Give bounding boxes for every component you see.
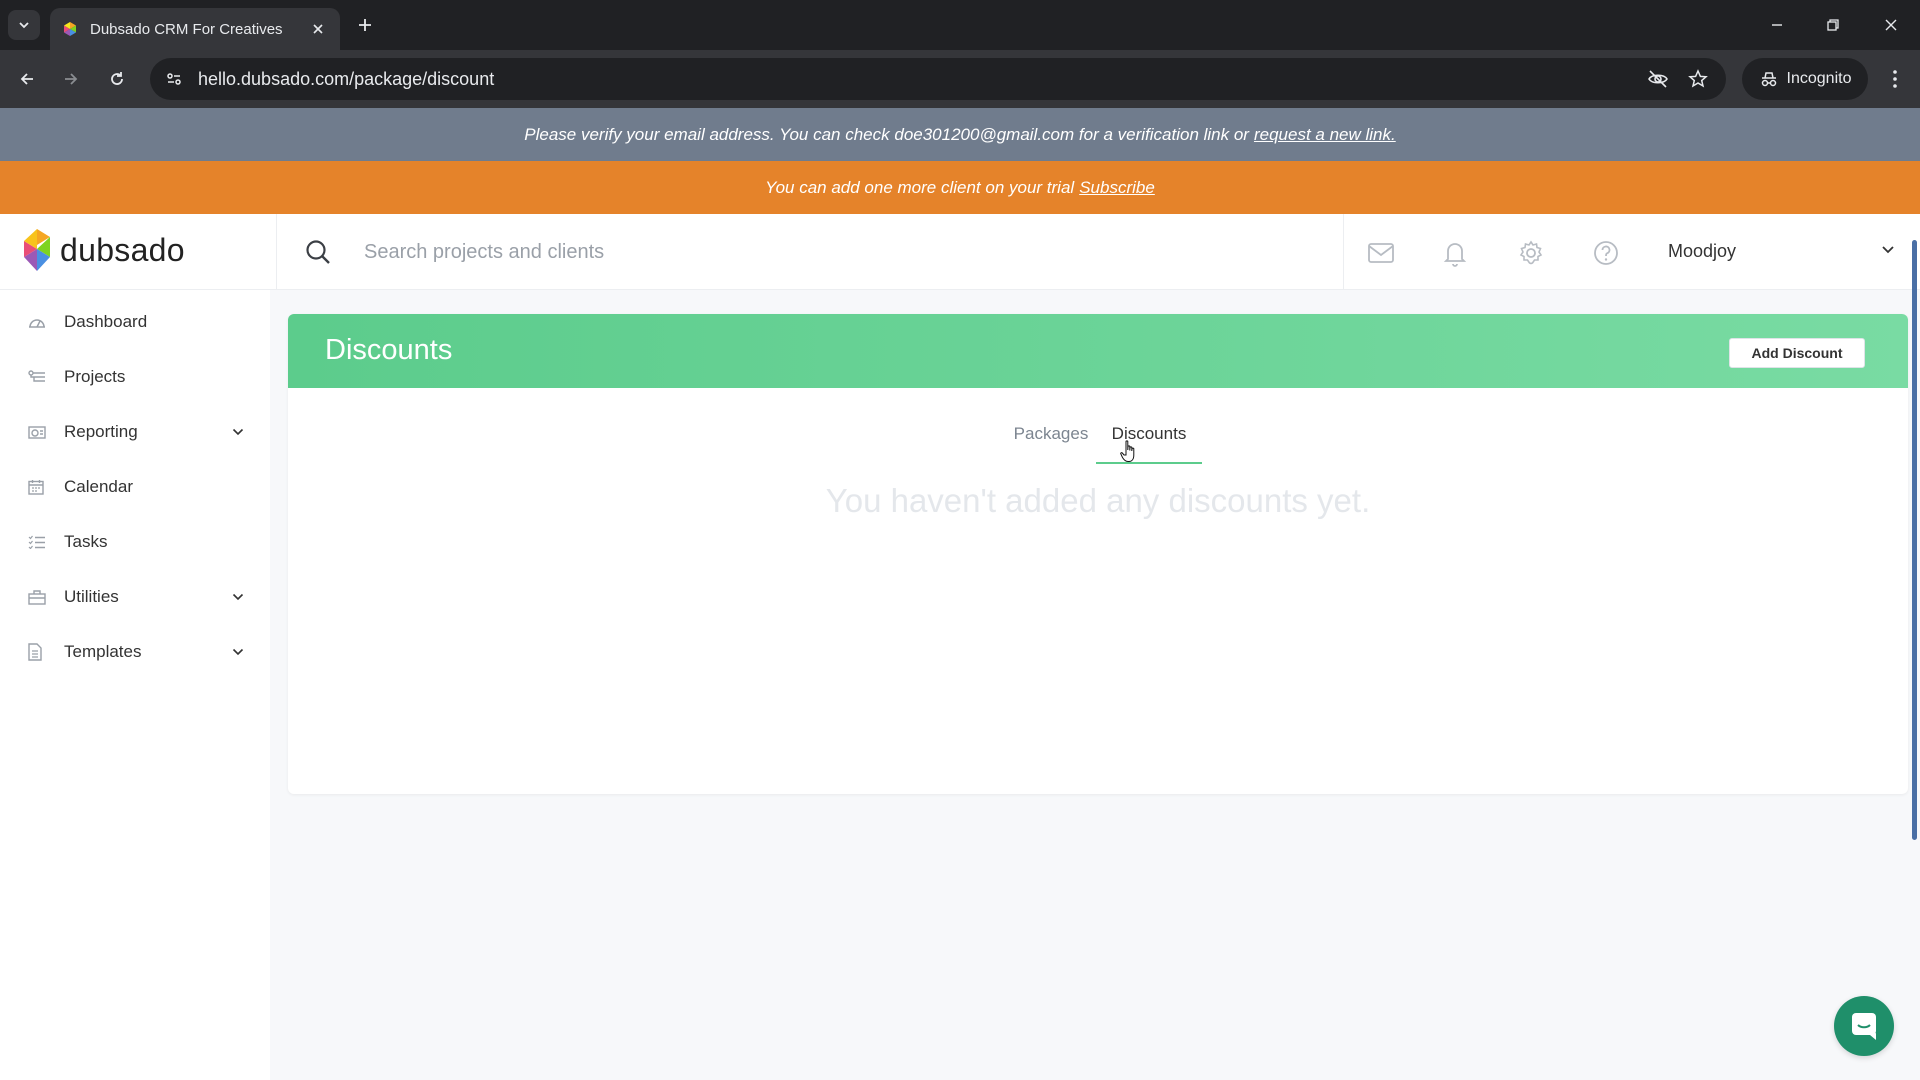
sidebar-item-label: Dashboard (64, 312, 148, 331)
back-icon[interactable] (12, 64, 42, 94)
sidebar-item-calendar[interactable]: Calendar (28, 467, 248, 507)
tab-title: Dubsado CRM For Creatives (90, 20, 283, 38)
address-bar[interactable]: hello.dubsado.com/package/discount (150, 58, 1726, 100)
browser-toolbar: hello.dubsado.com/package/discount Incog… (0, 50, 1920, 108)
dubsado-logo[interactable]: dubsado (22, 227, 185, 273)
trial-banner: You can add one more client on your tria… (0, 161, 1920, 214)
panel-header: Discounts Add Discount (288, 314, 1908, 388)
browser-tabstrip: Dubsado CRM For Creatives (0, 0, 1920, 50)
bookmark-star-icon[interactable] (1678, 58, 1718, 100)
header-divider (276, 214, 277, 290)
add-discount-button[interactable]: Add Discount (1729, 338, 1865, 368)
page-title: Discounts (325, 334, 453, 366)
close-window-icon[interactable] (1878, 12, 1904, 38)
tab-close-icon[interactable] (308, 19, 328, 39)
discounts-panel: Discounts Add Discount Packages Discount… (288, 314, 1908, 794)
tasks-icon (28, 532, 56, 552)
hand-cursor-icon (1120, 440, 1135, 462)
incognito-badge[interactable]: Incognito (1742, 58, 1868, 100)
subscribe-link[interactable]: Subscribe (1079, 178, 1155, 198)
browser-tab[interactable]: Dubsado CRM For Creatives (50, 8, 340, 50)
calendar-icon (28, 477, 56, 497)
page-scrollbar[interactable] (1912, 240, 1917, 840)
sidebar-item-label: Calendar (64, 477, 133, 496)
sidebar-item-tasks[interactable]: Tasks (28, 522, 248, 562)
empty-state-message: You haven't added any discounts yet. (825, 482, 1371, 519)
chevron-down-icon[interactable] (1876, 238, 1900, 262)
sidebar-item-label: Templates (64, 642, 142, 661)
mail-icon[interactable] (1364, 236, 1398, 270)
chat-icon (1852, 1013, 1876, 1040)
user-name[interactable]: Moodjoy (1668, 241, 1736, 262)
search-input[interactable] (364, 232, 1324, 272)
package-tabs: Packages Discounts (288, 420, 1908, 464)
search-icon[interactable] (302, 236, 334, 268)
tab-discounts[interactable]: Discounts (1096, 420, 1202, 464)
browser-menu-icon[interactable] (1880, 64, 1910, 94)
sidebar: Dashboard Projects Reporting Calendar Ta… (0, 290, 270, 1080)
request-new-link[interactable]: request a new link. (1254, 125, 1396, 145)
templates-icon (28, 642, 56, 662)
incognito-label: Incognito (1786, 70, 1852, 87)
sidebar-item-label: Reporting (64, 422, 138, 441)
dubsado-favicon-icon (64, 22, 76, 36)
sidebar-item-templates[interactable]: Templates (28, 632, 248, 672)
tab-packages[interactable]: Packages (1004, 420, 1098, 464)
sidebar-item-utilities[interactable]: Utilities (28, 577, 248, 617)
sidebar-item-label: Tasks (64, 532, 108, 551)
logo-text: dubsado (60, 231, 185, 268)
forward-icon[interactable] (56, 64, 86, 94)
sidebar-item-projects[interactable]: Projects (28, 357, 248, 397)
trial-banner-text: You can add one more client on your tria… (765, 177, 1075, 197)
url-text: hello.dubsado.com/package/discount (198, 68, 495, 89)
app-header: dubsado Moodjoy (0, 214, 1920, 290)
sidebar-item-dashboard[interactable]: Dashboard (28, 302, 248, 342)
help-icon[interactable] (1589, 236, 1623, 270)
chevron-down-icon[interactable] (228, 587, 248, 607)
verify-banner-text: Please verify your email address. You ca… (524, 124, 1249, 144)
utilities-icon (28, 587, 56, 607)
verify-email-banner: Please verify your email address. You ca… (0, 108, 1920, 161)
chevron-down-icon (19, 22, 29, 29)
incognito-icon (1761, 72, 1776, 87)
sidebar-item-reporting[interactable]: Reporting (28, 412, 248, 452)
projects-icon (28, 367, 56, 387)
chevron-down-icon[interactable] (228, 642, 248, 662)
header-divider (1343, 214, 1344, 290)
sidebar-item-label: Utilities (64, 587, 119, 606)
site-info-icon[interactable] (154, 58, 194, 100)
new-tab-icon[interactable] (352, 12, 378, 38)
chevron-down-icon[interactable] (228, 422, 248, 442)
chat-launcher-button[interactable] (1834, 996, 1894, 1056)
eye-off-icon[interactable] (1638, 58, 1678, 100)
sidebar-item-label: Projects (64, 367, 126, 386)
gear-icon[interactable] (1514, 236, 1548, 270)
bell-icon[interactable] (1438, 236, 1472, 270)
tab-search-button[interactable] (8, 10, 40, 40)
reload-icon[interactable] (102, 64, 132, 94)
dashboard-icon (28, 312, 56, 332)
reporting-icon (28, 422, 56, 442)
restore-icon[interactable] (1820, 12, 1846, 38)
minimize-icon[interactable] (1764, 12, 1790, 38)
dubsado-logo-icon (24, 229, 50, 271)
